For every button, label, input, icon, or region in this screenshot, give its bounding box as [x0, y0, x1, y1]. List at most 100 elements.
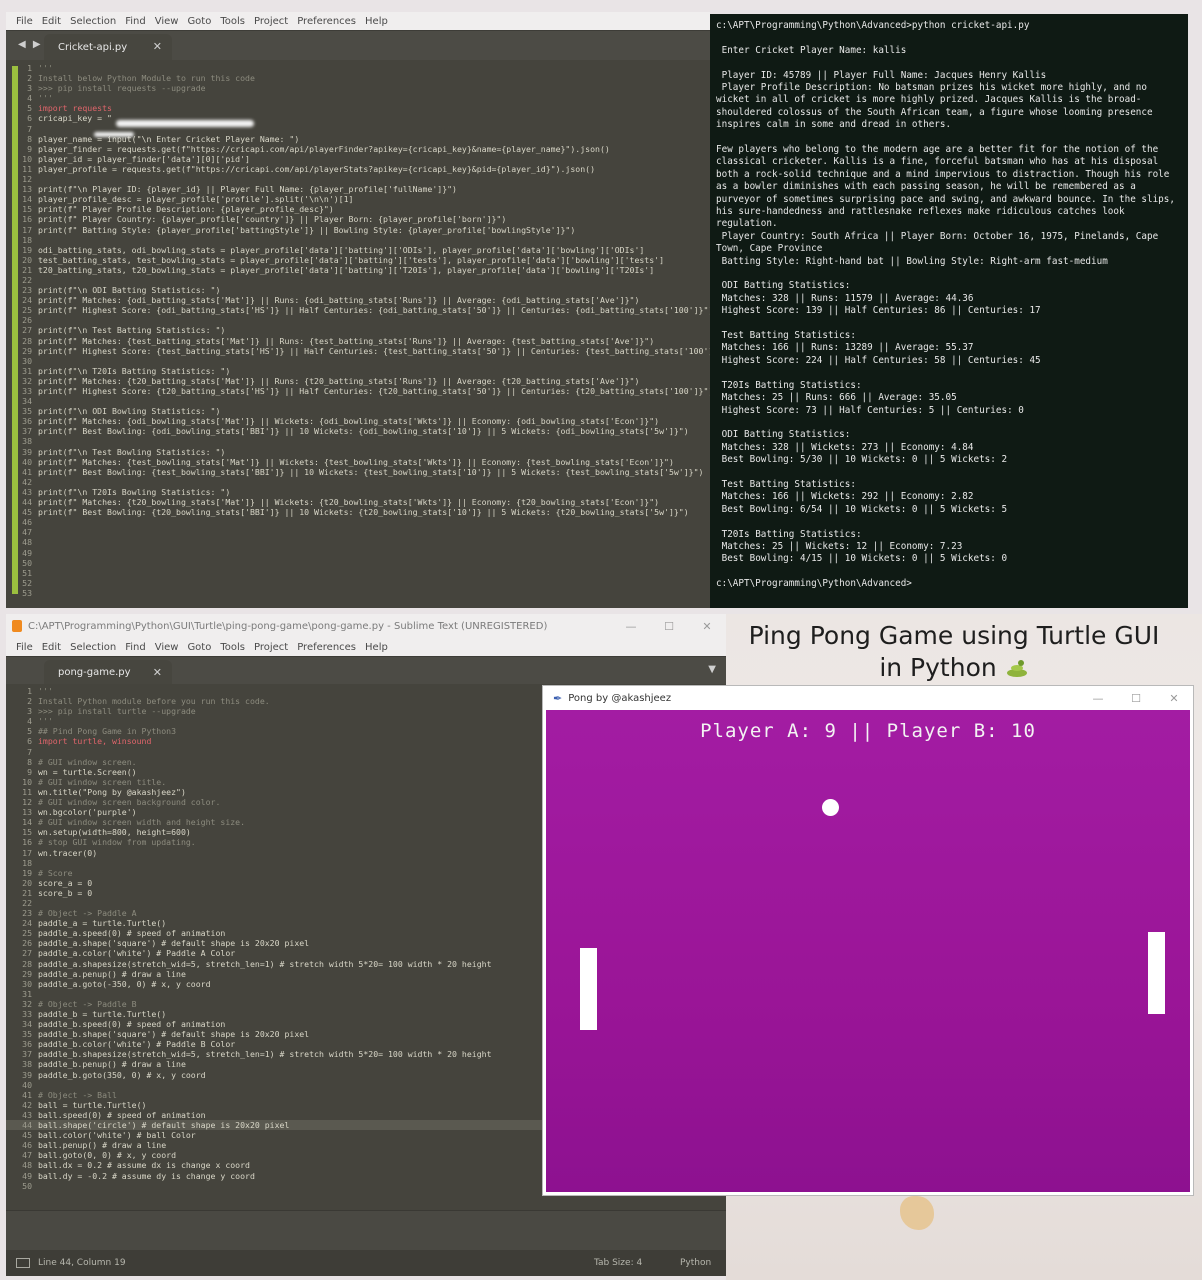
menu-preferences[interactable]: Preferences — [297, 16, 356, 27]
line-number: 19 — [22, 244, 32, 255]
line-number: 8 — [27, 756, 32, 767]
code-line: 49 — [6, 548, 710, 558]
menu-selection[interactable]: Selection — [70, 16, 116, 27]
tab-dropdown-icon[interactable]: ▼ — [708, 664, 716, 675]
line-number: 5 — [27, 726, 32, 737]
menu-edit[interactable]: Edit — [42, 642, 61, 653]
menu-file[interactable]: File — [16, 642, 33, 653]
close-icon[interactable]: ✕ — [688, 620, 726, 633]
line-number: 21 — [22, 887, 32, 898]
line-number: 52 — [22, 577, 32, 588]
code-text: score_a = 0 — [38, 877, 93, 888]
menu-find[interactable]: Find — [125, 16, 146, 27]
tab-close-icon[interactable]: ✕ — [153, 40, 162, 53]
menu-file[interactable]: File — [16, 16, 33, 27]
code-line: 52 — [6, 578, 710, 588]
line-number: 23 — [22, 908, 32, 919]
line-number: 47 — [22, 527, 32, 538]
menu-project[interactable]: Project — [254, 16, 288, 27]
menu-edit[interactable]: Edit — [42, 16, 61, 27]
line-number: 37 — [22, 1049, 32, 1060]
line-number: 16 — [22, 837, 32, 848]
line-number: 50 — [22, 557, 32, 568]
menu-help[interactable]: Help — [365, 642, 388, 653]
code-text: ''' — [38, 716, 53, 727]
line-number: 43 — [22, 1109, 32, 1120]
code-text: print(f"\n Test Batting Statistics: ") — [38, 325, 226, 336]
menu-tools[interactable]: Tools — [220, 642, 245, 653]
code-text: print(f" Matches: {t20_batting_stats['Ma… — [38, 375, 640, 386]
code-text: # GUI window screen width and height siz… — [38, 817, 246, 828]
terminal-window[interactable]: c:\APT\Programming\Python\Advanced>pytho… — [710, 14, 1188, 608]
line-number: 11 — [22, 163, 32, 174]
status-tab-size[interactable]: Tab Size: 4 — [594, 1258, 680, 1268]
line-number: 24 — [22, 918, 32, 929]
code-line: 14 player_profile_desc = player_profile['… — [6, 194, 710, 204]
code-text: Install below Python Module to run this … — [38, 73, 255, 84]
minimize-icon[interactable]: — — [612, 620, 650, 633]
menu-find[interactable]: Find — [125, 642, 146, 653]
code-text: # Object -> Paddle A — [38, 908, 137, 919]
code-line: 33 print(f" Highest Score: {t20_batting_s… — [6, 386, 710, 396]
top-code-editor[interactable]: 1 ''' 2 Install below Python Module to run … — [6, 60, 710, 608]
code-text: print(f"\n Player ID: {player_id} || Pla… — [38, 184, 457, 195]
bottom-tabbar: pong-game.py ✕ ▼ — [6, 656, 726, 685]
bottom-menubar: File Edit Selection Find View Goto Tools… — [6, 638, 726, 656]
code-text: >>> pip install requests --upgrade — [38, 83, 206, 94]
paddle-a — [580, 948, 597, 1030]
line-number: 25 — [22, 928, 32, 939]
paddle-b — [1148, 932, 1165, 1014]
line-number: 26 — [22, 315, 32, 326]
tab-close-icon[interactable]: ✕ — [153, 666, 162, 679]
tab-nav-arrows-icon[interactable]: ◀ ▶ — [18, 39, 43, 50]
line-number: 18 — [22, 234, 32, 245]
code-line: 24 print(f" Matches: {odi_batting_stats['… — [6, 295, 710, 305]
code-line: 30 — [6, 356, 710, 366]
minimize-icon[interactable]: — — [1079, 692, 1117, 705]
line-number: 19 — [22, 867, 32, 878]
menu-selection[interactable]: Selection — [70, 642, 116, 653]
code-line: 48 — [6, 537, 710, 547]
line-number: 51 — [22, 567, 32, 578]
status-syntax[interactable]: Python — [680, 1258, 726, 1268]
menu-view[interactable]: View — [155, 642, 179, 653]
menu-tools[interactable]: Tools — [220, 16, 245, 27]
line-number: 13 — [22, 807, 32, 818]
pong-canvas[interactable]: Player A: 9 || Player B: 10 — [546, 710, 1190, 1192]
line-number: 33 — [22, 1009, 32, 1019]
line-number: 45 — [22, 507, 32, 518]
menu-view[interactable]: View — [155, 16, 179, 27]
code-line: 41 print(f" Best Bowling: {test_bowling_s… — [6, 467, 710, 477]
code-line: 53 — [6, 588, 710, 598]
menu-preferences[interactable]: Preferences — [297, 642, 356, 653]
terminal-line: ODI Batting Statistics: — [716, 280, 851, 292]
menu-goto[interactable]: Goto — [187, 16, 211, 27]
tab-cricket-api[interactable]: Cricket-api.py ✕ — [44, 34, 172, 61]
tab-pong-game[interactable]: pong-game.py ✕ — [44, 660, 172, 685]
code-line: 11 player_profile = requests.get(f"https:… — [6, 164, 710, 174]
code-text: ball.shape('circle') # default shape is … — [38, 1120, 290, 1131]
line-number: 14 — [22, 817, 32, 828]
menu-help[interactable]: Help — [365, 16, 388, 27]
code-text: print(f" Best Bowling: {odi_bowling_stat… — [38, 426, 689, 437]
menu-project[interactable]: Project — [254, 642, 288, 653]
close-icon[interactable]: ✕ — [1155, 692, 1193, 705]
line-number: 39 — [22, 446, 32, 457]
code-line: 29 print(f" Highest Score: {test_batting_… — [6, 346, 710, 356]
menu-goto[interactable]: Goto — [187, 642, 211, 653]
code-line: 15 print(f" Player Profile Description: {… — [6, 204, 710, 214]
tab-label: pong-game.py — [58, 667, 131, 678]
redacted-api-key — [116, 120, 254, 127]
line-number: 46 — [22, 517, 32, 528]
maximize-icon[interactable]: ☐ — [650, 620, 688, 633]
code-text: print(f" Player Country: {player_profile… — [38, 214, 507, 225]
code-line: 18 — [6, 235, 710, 245]
code-line: 43 print(f"\n T20Is Bowling Statistics: "… — [6, 487, 710, 497]
line-number: 32 — [22, 375, 32, 386]
status-panel-icon[interactable] — [16, 1258, 30, 1268]
maximize-icon[interactable]: ☐ — [1117, 692, 1155, 705]
status-line-column: Line 44, Column 19 — [38, 1258, 126, 1268]
